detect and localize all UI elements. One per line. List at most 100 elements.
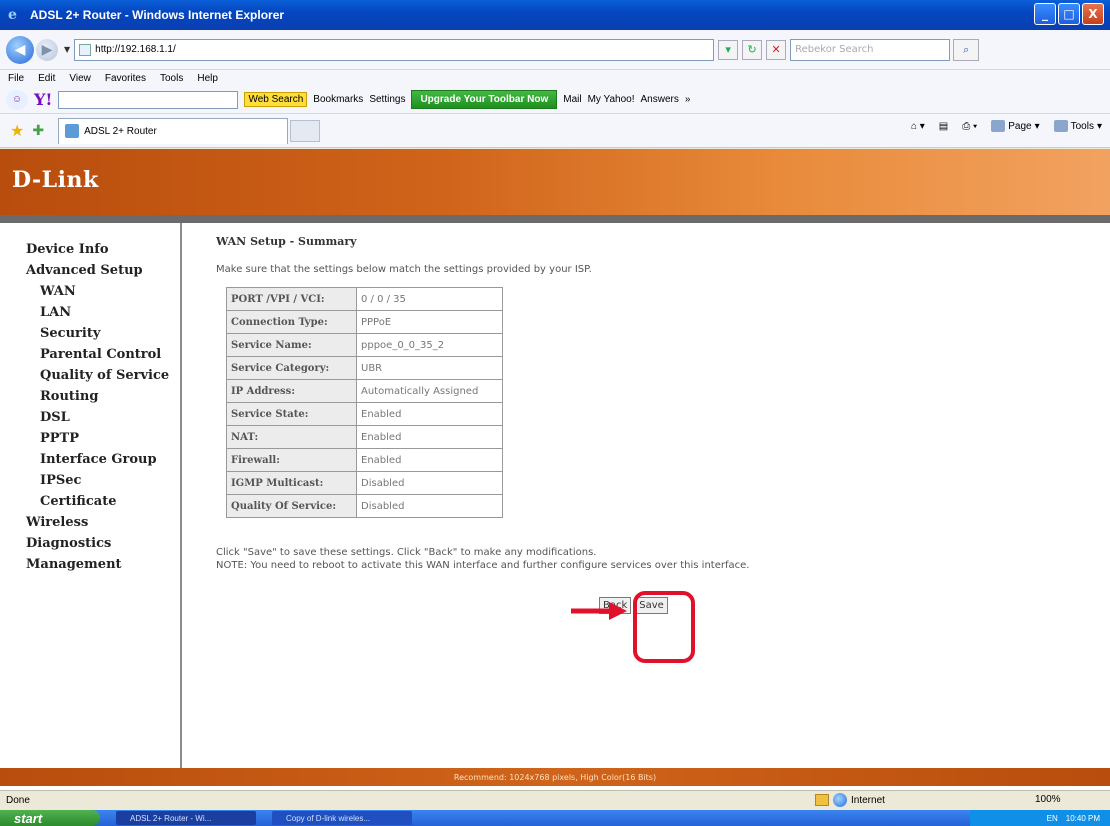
menu-help[interactable]: Help <box>197 73 218 84</box>
security-zone: Internet <box>815 793 885 807</box>
sidebar-item-interface-group[interactable]: Interface Group <box>0 449 180 470</box>
menu-edit[interactable]: Edit <box>38 73 55 84</box>
web-search-button[interactable]: Web Search <box>244 92 308 107</box>
row-value: Enabled <box>356 402 503 426</box>
home-icon[interactable]: ⌂ ▾ <box>911 121 925 132</box>
row-key: Service Name: <box>226 333 357 357</box>
address-row: ◀ ▶ ▼ http://192.168.1.1/ ▾ ↻ ✕ Rebekor … <box>0 30 1110 70</box>
start-button[interactable]: start <box>0 810 100 826</box>
row-key: IGMP Multicast: <box>226 471 357 495</box>
feeds-icon[interactable]: ▤ <box>939 121 948 132</box>
sidebar-item-wan[interactable]: WAN <box>0 281 180 302</box>
my-yahoo-button[interactable]: My Yahoo! <box>588 94 635 105</box>
row-key: IP Address: <box>226 379 357 403</box>
sidebar-item-routing[interactable]: Routing <box>0 386 180 407</box>
table-row: Service State: Enabled <box>226 402 503 426</box>
footer-bar: Recommend: 1024x768 pixels, High Color(1… <box>0 768 1110 786</box>
main-content: WAN Setup - Summary Make sure that the s… <box>216 235 1096 614</box>
settings-button[interactable]: Settings <box>369 94 405 105</box>
row-key: PORT /VPI / VCI: <box>226 287 357 311</box>
add-favorites-icon[interactable]: ✚ <box>32 123 44 139</box>
taskbar-copy-window[interactable]: Copy of D-link wireles... <box>272 811 412 825</box>
window-title: ADSL 2+ Router - Windows Internet Explor… <box>30 8 285 22</box>
protected-mode-icon <box>815 794 829 806</box>
yahoo-logo-icon[interactable]: Y! <box>34 90 52 109</box>
sidebar-item-certificate[interactable]: Certificate <box>0 491 180 512</box>
tab-adsl-router[interactable]: ADSL 2+ Router <box>58 117 289 144</box>
row-key: Quality Of Service: <box>226 494 357 518</box>
table-row: Firewall: Enabled <box>226 448 503 472</box>
sidebar-item-pptp[interactable]: PPTP <box>0 428 180 449</box>
stop-icon[interactable]: ✕ <box>766 39 787 60</box>
tools-menu[interactable]: Tools ▾ <box>1053 120 1102 132</box>
history-dropdown-icon[interactable]: ▼ <box>64 45 70 54</box>
red-arrow-annotation <box>571 602 627 620</box>
address-controls: ▾ ↻ ✕ <box>718 39 787 60</box>
sidebar-item-device-info[interactable]: Device Info <box>0 239 180 260</box>
mail-button[interactable]: Mail <box>563 94 581 105</box>
command-bar: ⌂ ▾ ▤ ⎙ ▾ Page ▾ Tools ▾ <box>911 120 1102 132</box>
yahoo-home-icon[interactable]: ☺ <box>6 89 28 110</box>
page-menu[interactable]: Page ▾ <box>991 120 1040 132</box>
sidebar-item-dsl[interactable]: DSL <box>0 407 180 428</box>
minimize-button[interactable]: _ <box>1034 3 1056 25</box>
address-url: http://192.168.1.1/ <box>95 44 176 55</box>
table-row: Quality Of Service: Disabled <box>226 494 503 518</box>
toolbar-more-button[interactable]: » <box>685 94 691 105</box>
system-tray: EN 10:40 PM <box>970 810 1110 826</box>
row-key: Service Category: <box>226 356 357 380</box>
banner-stripe <box>0 215 1110 223</box>
maximize-button[interactable]: □ <box>1058 3 1080 25</box>
answers-button[interactable]: Answers <box>640 94 678 105</box>
intro-text: Make sure that the settings below match … <box>216 264 592 275</box>
menu-file[interactable]: File <box>8 73 24 84</box>
new-tab-button[interactable] <box>290 119 321 142</box>
address-input[interactable]: http://192.168.1.1/ <box>74 38 715 61</box>
language-indicator[interactable]: EN <box>1047 814 1058 823</box>
sidebar-item-ipsec[interactable]: IPSec <box>0 470 180 491</box>
sidebar-item-parental-control[interactable]: Parental Control <box>0 344 180 365</box>
left-nav: Device Info Advanced Setup WAN LAN Security P… <box>0 223 182 768</box>
bookmarks-button[interactable]: Bookmarks <box>313 94 363 105</box>
refresh-icon[interactable]: ↻ <box>742 39 763 60</box>
row-value: Enabled <box>356 448 503 472</box>
sidebar-item-diagnostics[interactable]: Diagnostics <box>0 533 180 554</box>
clock: 10:40 PM <box>1065 813 1100 823</box>
favorites-star-icon[interactable]: ★ <box>10 121 24 140</box>
tab-favicon-icon <box>65 124 80 138</box>
row-value: UBR <box>356 356 503 380</box>
back-nav-button[interactable]: ◀ <box>6 35 34 64</box>
search-icon[interactable]: ⌕ <box>953 38 980 61</box>
sidebar-item-advanced-setup[interactable]: Advanced Setup <box>0 260 180 281</box>
status-bar: Done Internet 100% <box>0 790 1110 810</box>
sidebar-item-lan[interactable]: LAN <box>0 302 180 323</box>
page-title: WAN Setup - Summary <box>216 235 357 248</box>
menu-tools[interactable]: Tools <box>160 73 183 84</box>
upgrade-toolbar-button[interactable]: Upgrade Your Toolbar Now <box>411 90 558 109</box>
print-icon[interactable]: ⎙ ▾ <box>962 121 977 132</box>
row-key: Connection Type: <box>226 310 357 334</box>
search-input[interactable]: Rebekor Search <box>790 38 951 61</box>
dlink-logo: D-Link <box>12 167 99 193</box>
page-content: D-Link Device Info Advanced Setup WAN LAN Se… <box>0 149 1110 790</box>
sidebar-item-wireless[interactable]: Wireless <box>0 512 180 533</box>
menu-favorites[interactable]: Favorites <box>105 73 146 84</box>
tab-label: ADSL 2+ Router <box>84 125 157 137</box>
forward-nav-button[interactable]: ▶ <box>36 38 58 61</box>
yahoo-search-input[interactable] <box>58 90 239 109</box>
row-key: Firewall: <box>226 448 357 472</box>
close-button[interactable]: X <box>1082 3 1104 25</box>
row-value: Disabled <box>356 471 503 495</box>
sidebar-item-quality-of-service[interactable]: Quality of Service <box>0 365 180 386</box>
zoom-level[interactable]: 100% <box>1035 794 1061 805</box>
table-row: Service Category: UBR <box>226 356 503 380</box>
tools-gear-icon <box>1053 120 1068 132</box>
row-value: 0 / 0 / 35 <box>356 287 503 311</box>
sidebar-item-security[interactable]: Security <box>0 323 180 344</box>
table-row: Connection Type: PPPoE <box>226 310 503 334</box>
sidebar-item-management[interactable]: Management <box>0 554 180 575</box>
address-dropdown-icon[interactable]: ▾ <box>718 39 739 60</box>
taskbar-ie-window[interactable]: ADSL 2+ Router - Wi... <box>116 811 256 825</box>
menu-view[interactable]: View <box>69 73 91 84</box>
window-controls: _ □ X <box>1034 3 1104 25</box>
